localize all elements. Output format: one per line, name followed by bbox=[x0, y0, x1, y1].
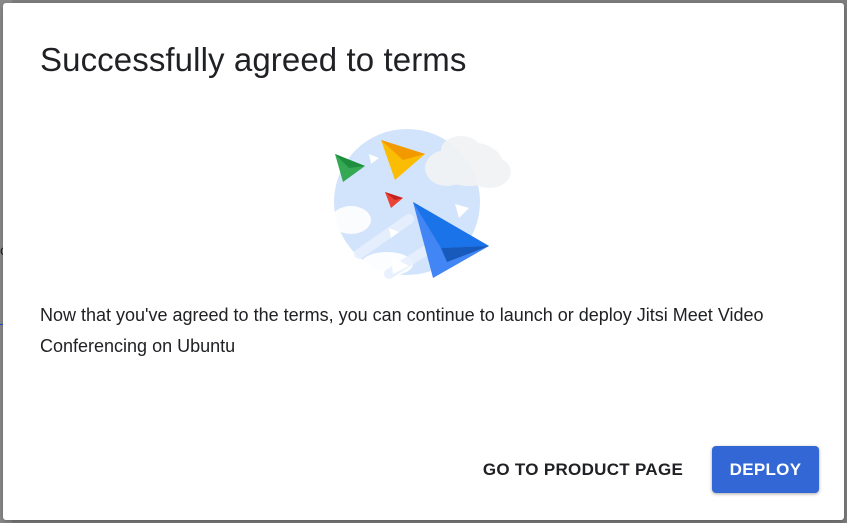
terms-success-dialog: Successfully agreed to terms Now that yo… bbox=[3, 3, 844, 520]
deploy-button[interactable]: DEPLOY bbox=[712, 446, 819, 493]
dialog-message: Now that you've agreed to the terms, you… bbox=[40, 305, 764, 356]
paper-planes-illustration-icon bbox=[331, 129, 511, 279]
dialog-title: Successfully agreed to terms bbox=[40, 41, 467, 78]
go-to-product-page-button[interactable]: GO TO PRODUCT PAGE bbox=[468, 446, 698, 493]
